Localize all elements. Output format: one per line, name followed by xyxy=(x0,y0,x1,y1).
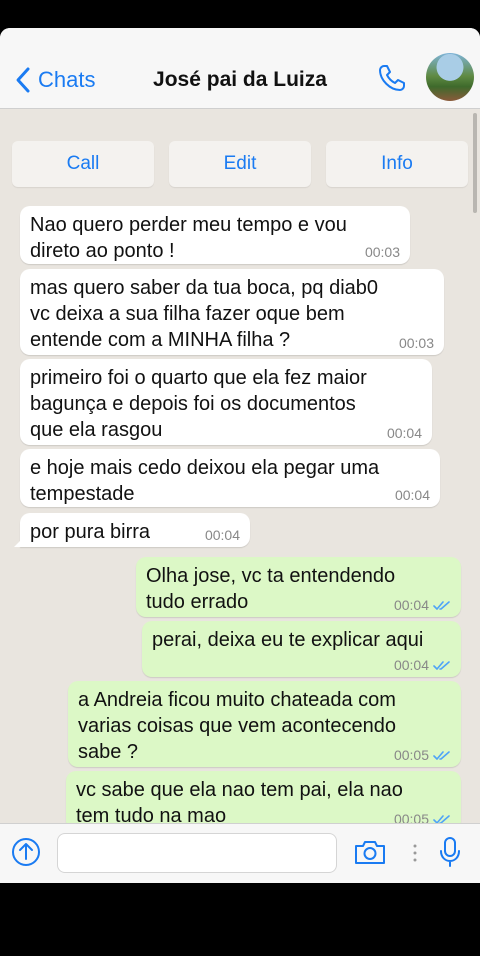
double-check-icon xyxy=(433,750,450,760)
phone-icon[interactable] xyxy=(376,62,408,94)
message-bubble-outgoing[interactable]: a Andreia ficou muito chateada com varia… xyxy=(68,681,461,767)
message-text: por pura birra xyxy=(30,521,151,543)
message-time: 00:04 xyxy=(386,425,422,441)
double-check-icon xyxy=(433,814,450,823)
message-text: mas quero saber da tua boca, pq diab0 vc… xyxy=(30,277,379,351)
message-bubble-incoming[interactable]: mas quero saber da tua boca, pq diab0 vc… xyxy=(20,269,444,355)
scrollbar[interactable] xyxy=(473,113,477,213)
message-text: primeiro foi o quarto que ela fez maior … xyxy=(30,367,367,441)
upload-icon[interactable] xyxy=(11,837,41,867)
message-bubble-incoming[interactable]: Nao quero perder meu tempo e vou direto … xyxy=(20,206,410,264)
message-time: 00:04 xyxy=(204,527,240,543)
avatar[interactable] xyxy=(426,53,474,101)
message-text: a Andreia ficou muito chateada com varia… xyxy=(78,689,396,763)
navigation-bar: Chats José pai da Luiza xyxy=(0,28,480,109)
message-list[interactable]: Call Edit Info Nao quero perder meu temp… xyxy=(0,109,480,823)
message-time: 00:05 xyxy=(394,811,451,823)
message-time: 00:04 xyxy=(394,487,430,503)
message-time: 00:05 xyxy=(394,747,451,763)
message-text: Nao quero perder meu tempo e vou direto … xyxy=(30,214,347,262)
more-dots-icon[interactable] xyxy=(409,842,421,864)
microphone-icon[interactable] xyxy=(439,836,461,868)
message-time: 00:03 xyxy=(364,244,400,260)
double-check-icon xyxy=(433,600,450,610)
message-time: 00:03 xyxy=(398,335,434,351)
message-input[interactable] xyxy=(57,833,337,873)
chat-screen: Chats José pai da Luiza Call Edit Info N… xyxy=(0,28,480,883)
message-bubble-outgoing[interactable]: Olha jose, vc ta entendendo tudo errado … xyxy=(136,557,461,617)
contact-actions: Call Edit Info xyxy=(12,141,468,187)
message-time: 00:04 xyxy=(394,597,451,613)
message-text: perai, deixa eu te explicar aqui xyxy=(152,629,424,651)
message-text: vc sabe que ela nao tem pai, ela nao tem… xyxy=(76,779,403,823)
bubble-tail xyxy=(14,537,24,547)
message-text: Olha jose, vc ta entendendo tudo errado xyxy=(146,565,396,613)
message-bubble-incoming[interactable]: e hoje mais cedo deixou ela pegar uma te… xyxy=(20,449,440,507)
message-bubble-incoming[interactable]: primeiro foi o quarto que ela fez maior … xyxy=(20,359,432,445)
composer-bar xyxy=(0,823,480,883)
camera-icon[interactable] xyxy=(353,838,387,866)
message-bubble-outgoing[interactable]: vc sabe que ela nao tem pai, ela nao tem… xyxy=(66,771,461,823)
message-bubble-incoming[interactable]: por pura birra 00:04 xyxy=(14,513,250,547)
message-time: 00:04 xyxy=(394,657,451,673)
contact-name[interactable]: José pai da Luiza xyxy=(0,68,480,92)
call-button[interactable]: Call xyxy=(12,141,154,187)
double-check-icon xyxy=(433,660,450,670)
message-text: e hoje mais cedo deixou ela pegar uma te… xyxy=(30,457,380,505)
edit-button[interactable]: Edit xyxy=(169,141,311,187)
message-bubble-outgoing[interactable]: perai, deixa eu te explicar aqui 00:04 xyxy=(142,621,461,677)
info-button[interactable]: Info xyxy=(326,141,468,187)
